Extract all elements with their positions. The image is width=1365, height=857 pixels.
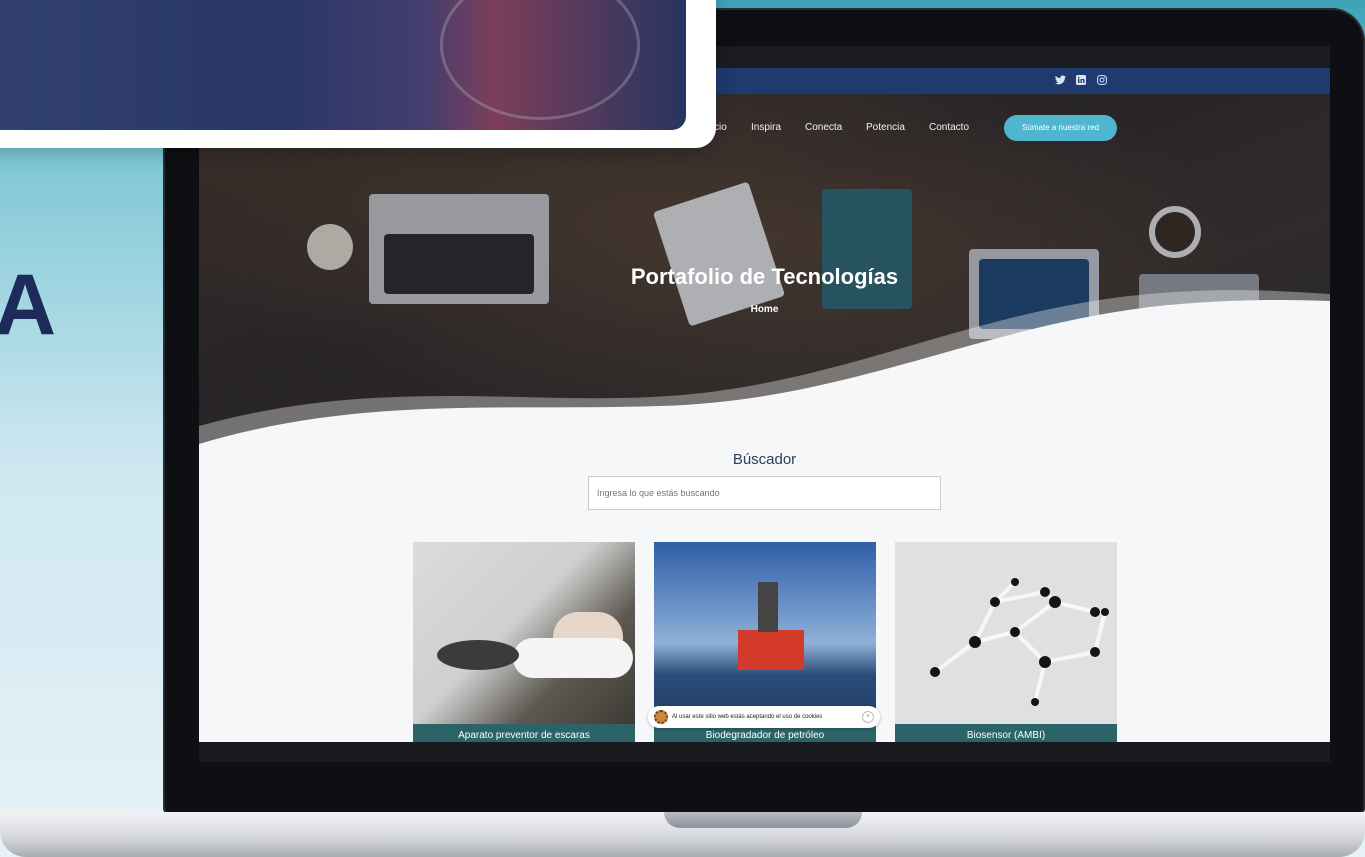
screen-bottom-bar: [199, 742, 1330, 762]
oil-rig-tower-shape: [758, 582, 778, 632]
twitter-icon[interactable]: [1055, 75, 1066, 88]
technology-card[interactable]: Aparato preventor de escaras: [413, 542, 635, 762]
cookie-icon: [654, 710, 668, 724]
overlay-preview-card: [0, 0, 716, 148]
page-title: Portafolio de Tecnologías: [630, 264, 899, 289]
nav-item-potencia[interactable]: Potencia: [866, 122, 905, 133]
overlay-preview-image: [0, 0, 686, 130]
search-input[interactable]: [588, 476, 941, 510]
join-network-button[interactable]: Súmate a nuestra red: [1004, 115, 1117, 141]
card-image: [654, 542, 876, 726]
side-table-shape: [437, 640, 519, 670]
search-title: Búscador: [732, 451, 797, 468]
oil-rig-shape: [738, 630, 804, 670]
instagram-icon[interactable]: [1097, 75, 1107, 88]
laptop-notch: [664, 812, 862, 828]
close-icon[interactable]: ×: [862, 711, 874, 723]
overlay-tint: [0, 0, 686, 130]
pillow-shape: [513, 638, 633, 678]
technology-card[interactable]: Biosensor (AMBI): [895, 542, 1117, 762]
molecule-model-graphic: [930, 578, 1109, 706]
card-image: [413, 542, 635, 726]
technology-card[interactable]: Biodegradador de petróleo: [654, 542, 876, 762]
cookie-notice[interactable]: Al usar este sitio web estás aceptando e…: [648, 706, 880, 728]
nav-item-contacto[interactable]: Contacto: [929, 122, 969, 133]
breadcrumb-home[interactable]: Home: [199, 304, 1330, 315]
cookie-notice-text: Al usar este sitio web estás aceptando e…: [672, 714, 823, 720]
card-image: [895, 542, 1117, 726]
linkedin-icon[interactable]: [1076, 75, 1086, 88]
nav-item-conecta[interactable]: Conecta: [805, 122, 842, 133]
decorative-letter: A: [0, 257, 57, 353]
nav-item-inspira[interactable]: Inspira: [751, 122, 781, 133]
laptop-screen: cio Inspira Conecta Potencia Contacto Sú…: [199, 46, 1330, 762]
